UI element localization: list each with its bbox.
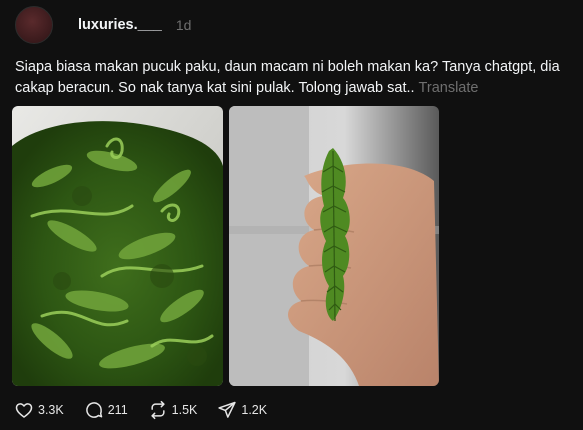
post-image-fern-leaf-in-hand[interactable]: [229, 106, 439, 386]
username[interactable]: luxuries.___: [78, 17, 162, 33]
fern-pile-image: [12, 106, 223, 386]
comment-button[interactable]: 211: [84, 400, 128, 420]
heart-icon: [15, 403, 33, 418]
share-icon: [218, 401, 237, 418]
comment-count: 211: [107, 403, 128, 417]
share-count: 1.2K: [241, 403, 268, 417]
fern-leaf-in-hand-image: [229, 106, 439, 386]
repost-icon: [151, 400, 165, 420]
repost-count: 1.5K: [171, 403, 198, 417]
share-button[interactable]: 1.2K: [217, 400, 267, 420]
post-actions: 3.3K 211 1.5K 1.2K: [14, 400, 287, 420]
repost-button[interactable]: 1.5K: [148, 400, 198, 420]
post-header: luxuries.___ 1d: [15, 5, 191, 45]
post-image-fern-pile[interactable]: [12, 106, 223, 386]
like-button[interactable]: 3.3K: [14, 400, 64, 420]
translate-link[interactable]: Translate: [419, 80, 479, 96]
like-count: 3.3K: [38, 403, 64, 417]
post-time[interactable]: 1d: [176, 17, 192, 33]
comment-icon: [85, 402, 102, 418]
avatar[interactable]: [15, 6, 53, 44]
post-caption: Siapa biasa makan pucuk paku, daun macam…: [15, 57, 575, 98]
